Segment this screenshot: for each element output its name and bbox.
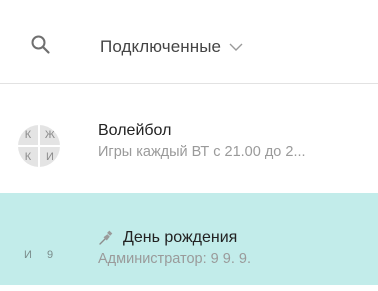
search-icon [31,35,50,54]
chat-title-line: День рождения [98,229,237,247]
search-button[interactable] [30,34,52,56]
avatar-initial: К [18,147,38,167]
avatar-grid: И 9 [18,234,60,276]
avatar: К Ж К И [18,125,60,167]
avatar-initial: И [40,147,60,167]
chat-item-volleyball[interactable]: К Ж К И Волейбол Игры каждый ВТ с 21.00 … [0,85,378,176]
avatar-initial: К [18,125,38,145]
avatar: И 9 [18,234,60,276]
filter-dropdown[interactable]: Подключенные [100,36,243,58]
avatar-grid: К Ж К И [18,125,60,167]
chat-title: День рождения [123,229,238,246]
chat-item-birthday[interactable]: И 9 День рождения Администратор: 9 9. 9. [0,193,378,285]
pin-icon [99,230,113,245]
chat-last-message: Администратор: 9 9. 9. [98,251,251,267]
chat-last-message: Игры каждый ВТ с 21.00 до 2... [98,144,306,160]
avatar-initial: Ж [40,125,60,145]
chevron-down-icon [229,43,243,51]
chat-title: Волейбол [98,122,172,139]
chat-list-header: Подключенные [0,0,378,84]
chat-title-line: Волейбол [98,122,171,140]
filter-label: Подключенные [100,37,222,56]
avatar-initial: И [18,234,38,276]
avatar-initial: 9 [40,234,60,276]
list-spacer [0,176,378,193]
